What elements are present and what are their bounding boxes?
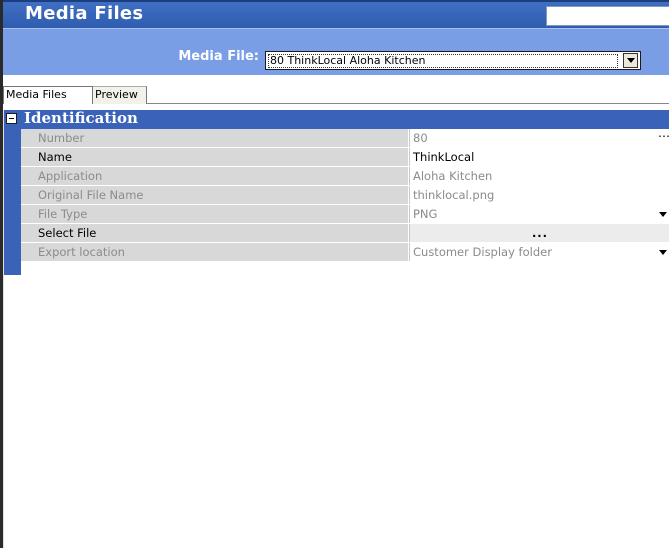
property-row-file-type: File Type PNG: [21, 205, 669, 224]
tab-preview[interactable]: Preview: [93, 86, 147, 104]
chevron-down-icon[interactable]: [659, 250, 667, 255]
property-name: Export location: [21, 243, 408, 261]
title-bar: Media Files: [3, 0, 669, 28]
property-name: Original File Name: [21, 186, 408, 204]
name-field[interactable]: ThinkLocal: [409, 148, 669, 166]
property-name: Select File: [21, 224, 408, 242]
ellipsis-icon[interactable]: ⋯: [658, 129, 669, 147]
title-search-input[interactable]: [546, 6, 669, 26]
original-file-name-field: thinklocal.png: [409, 186, 669, 204]
property-name: File Type: [21, 205, 408, 223]
file-type-dropdown: PNG: [409, 205, 669, 223]
media-file-dropdown-value: 80 ThinkLocal Aloha Kitchen: [268, 54, 618, 68]
property-value: Customer Display folder: [413, 245, 552, 259]
export-location-dropdown[interactable]: Customer Display folder: [409, 243, 669, 261]
property-grid-gutter: [4, 110, 21, 275]
chevron-down-icon: [659, 212, 667, 217]
tab-media-files[interactable]: Media Files: [3, 86, 93, 104]
category-title: Identification: [24, 109, 138, 127]
property-value: 80: [413, 131, 428, 145]
property-grid: Identification Number 80 ⋯ Name ThinkLoc…: [3, 109, 669, 548]
property-row-application: Application Aloha Kitchen: [21, 167, 669, 186]
application-field: Aloha Kitchen: [409, 167, 669, 185]
select-file-button[interactable]: ...: [409, 224, 669, 242]
media-file-dropdown-button[interactable]: [623, 53, 638, 68]
chevron-down-icon: [627, 58, 635, 63]
number-field: 80 ⋯: [409, 129, 669, 147]
window-title: Media Files: [25, 3, 144, 24]
property-name: Name: [21, 148, 408, 166]
media-file-dropdown[interactable]: 80 ThinkLocal Aloha Kitchen: [265, 51, 641, 70]
property-name: Number: [21, 129, 408, 147]
minus-icon: [9, 118, 14, 119]
media-files-window: Media Files Media File: 80 ThinkLocal Al…: [0, 0, 669, 548]
media-file-selector-bar: Media File: 80 ThinkLocal Aloha Kitchen: [3, 28, 669, 75]
property-row-select-file: Select File ...: [21, 224, 669, 243]
property-row-original-file-name: Original File Name thinklocal.png: [21, 186, 669, 205]
media-file-label: Media File:: [178, 49, 259, 64]
category-header-identification[interactable]: Identification: [4, 109, 669, 129]
collapse-toggle[interactable]: [6, 113, 17, 124]
tab-bar: Media Files Preview: [3, 85, 669, 104]
property-value: PNG: [413, 207, 438, 221]
property-row-export-location: Export location Customer Display folder: [21, 243, 669, 262]
property-row-name: Name ThinkLocal: [21, 148, 669, 167]
property-row-number: Number 80 ⋯: [21, 129, 669, 148]
property-name: Application: [21, 167, 408, 185]
